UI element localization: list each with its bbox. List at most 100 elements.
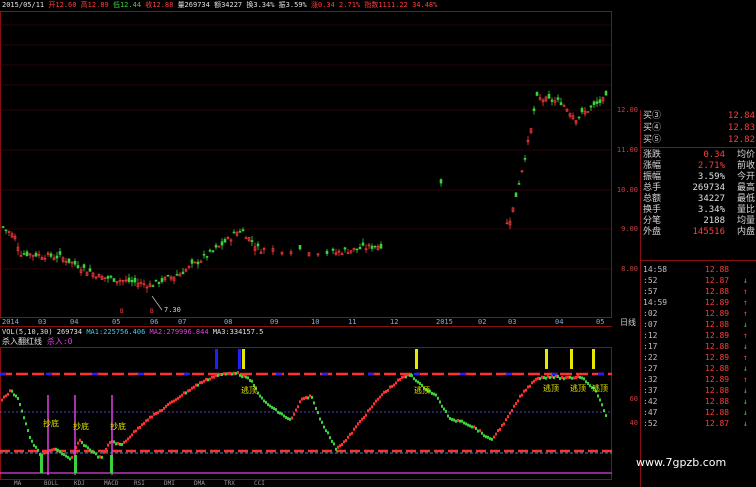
sell-signal-label: 逃顶 (570, 384, 586, 393)
oscillator-dot (83, 444, 85, 448)
oscillator-dot (415, 379, 417, 383)
tick-direction-icon: ↓ (743, 320, 748, 329)
order-price: 12.84 (727, 111, 755, 121)
oscillator-dot (33, 443, 35, 447)
oscillator-dot (125, 439, 127, 443)
date-tick-label: 10 (311, 318, 320, 326)
stat-row: 涨跌 0.34 均价 (643, 150, 755, 161)
indicator-tab[interactable]: RSI (134, 480, 145, 487)
oscillator-dot (115, 442, 117, 446)
oscillator-dot (561, 375, 563, 379)
oscillator-dot (355, 425, 357, 429)
candle-body (49, 253, 53, 257)
oscillator-dot (359, 419, 361, 423)
sell-signal-bar (215, 349, 218, 369)
stat-label-right: 前收 (736, 161, 755, 171)
oscillator-dot (171, 400, 173, 404)
indicator-tab[interactable]: MA (14, 480, 21, 487)
tick-row[interactable]: :17 12.88 ↓ (643, 341, 755, 352)
candle-body (127, 277, 131, 282)
indicator-tab[interactable]: DMA (194, 480, 205, 487)
tick-price: 12.88 (705, 320, 730, 329)
oscillator-dot (381, 393, 383, 397)
candle-body (241, 229, 245, 232)
price-tick-label: 8.00 (621, 265, 638, 273)
indicator-tab[interactable]: TRX (224, 480, 235, 487)
oscillator-dot (59, 450, 61, 454)
indicator-series[interactable] (0, 349, 612, 475)
tick-direction-icon: ↑ (743, 375, 748, 384)
stat-value: 2188 (703, 216, 725, 226)
stat-label: 分笔 (643, 216, 662, 226)
tick-row[interactable]: :27 12.88 ↓ (643, 363, 755, 374)
candle-body (439, 179, 443, 184)
candle-body (133, 277, 137, 283)
tick-row[interactable]: :02 12.89 ↑ (643, 308, 755, 319)
tick-row[interactable]: :12 12.89 ↑ (643, 330, 755, 341)
period-label[interactable]: 日线 (620, 317, 636, 328)
oscillator-dot (509, 411, 511, 415)
vol-name: VOL(5,10,30) (2, 328, 53, 336)
tick-row[interactable]: :47 12.88 ↓ (643, 407, 755, 418)
indicator-tab[interactable]: MACD (104, 480, 118, 487)
oscillator-dot (347, 435, 349, 439)
oscillator-dot (293, 412, 295, 416)
indicator-tab[interactable]: KDJ (74, 480, 85, 487)
tick-row[interactable]: :32 12.89 ↑ (643, 374, 755, 385)
oscillator-dot (511, 409, 513, 413)
candle-body (298, 245, 302, 250)
stat-label-right: 最高 (736, 183, 755, 193)
indicator-tab[interactable]: DMI (164, 480, 175, 487)
oscillator-dot (587, 382, 589, 386)
order-label: 买③ (643, 111, 662, 121)
sell-signal-bar (570, 349, 573, 369)
tick-row[interactable]: :07 12.88 ↓ (643, 319, 755, 330)
oscillator-dot (311, 395, 313, 399)
oscillator-dot (225, 372, 227, 376)
oscillator-dot (459, 419, 461, 423)
oscillator-dot (441, 404, 443, 408)
tick-price: 12.89 (705, 309, 730, 318)
oscillator-dot (211, 375, 213, 379)
main-panel-border (0, 11, 612, 318)
order-book-row: 买③ 12.84 (643, 110, 755, 122)
tick-row[interactable]: 14:58 12.88 (643, 264, 755, 275)
tick-row[interactable]: :42 12.88 ↓ (643, 396, 755, 407)
oscillator-dot (265, 400, 267, 404)
stat-row: 涨幅 2.71% 前收 (643, 161, 755, 172)
tick-price: 12.88 (705, 265, 730, 274)
tick-row[interactable]: :52 12.87 ↓ (643, 418, 755, 429)
chart-area[interactable]: BB (0, 0, 612, 480)
candlestick-series[interactable]: BB (1, 90, 608, 315)
oscillator-dot (193, 385, 195, 389)
oscillator-dot (517, 399, 519, 403)
tick-row[interactable]: 14:59 12.89 ↑ (643, 297, 755, 308)
date-tick-label: 06 (150, 318, 159, 326)
oscillator-dot (93, 450, 95, 454)
oscillator-dot (103, 450, 105, 454)
oscillator-dot (173, 399, 175, 403)
oscillator-dot (387, 388, 389, 392)
tick-row[interactable]: :52 12.87 ↓ (643, 275, 755, 286)
oscillator-dot (49, 449, 51, 453)
tick-time: :17 (643, 342, 658, 351)
oscillator-dot (379, 395, 381, 399)
oscillator-dot (555, 374, 557, 378)
tick-row[interactable]: :57 12.88 ↑ (643, 286, 755, 297)
indicator-tab[interactable]: BOLL (44, 480, 58, 487)
indicator-tab[interactable]: CCI (254, 480, 265, 487)
oscillator-dot (175, 398, 177, 402)
oscillator-dot (61, 452, 63, 456)
tick-row[interactable]: :22 12.89 ↑ (643, 352, 755, 363)
candle-body (196, 261, 200, 265)
indicator-tabs[interactable]: MA BOLL KDJ MACD RSI DMI DMA TRX CCI (0, 480, 612, 487)
date-tick-label: 2015 (436, 318, 453, 326)
candle-body (109, 275, 113, 278)
tick-direction-icon: ↑ (743, 287, 748, 296)
candle-body (157, 282, 161, 284)
oscillator-dot (105, 447, 107, 451)
oscillator-dot (321, 420, 323, 424)
oscillator-dot (291, 416, 293, 420)
oscillator-dot (271, 405, 273, 409)
tick-row[interactable]: :37 12.88 ↓ (643, 385, 755, 396)
